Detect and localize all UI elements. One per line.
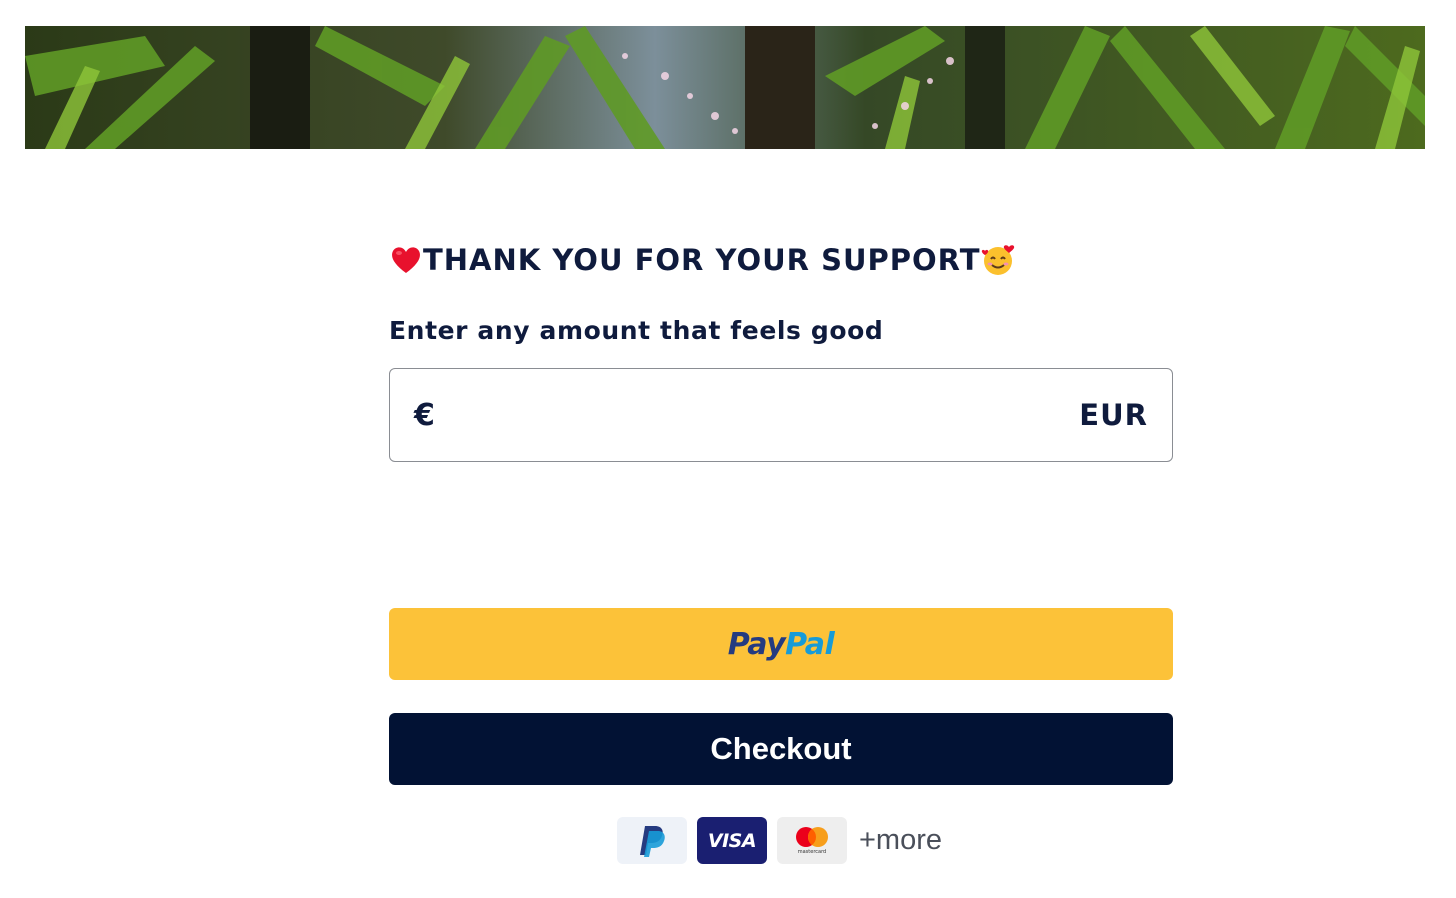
amount-input[interactable] [444, 385, 1080, 445]
amount-field[interactable]: € EUR [389, 368, 1173, 462]
mastercard-icon: mastercard [777, 817, 847, 864]
visa-label: VISA [707, 829, 757, 852]
red-heart-icon [389, 243, 423, 277]
more-payment-methods: +more [859, 824, 943, 856]
amount-label: Enter any amount that feels good [389, 316, 884, 345]
donation-form: THANK YOU FOR YOUR SUPPORT Enter any amo… [389, 236, 1173, 462]
currency-symbol: € [414, 397, 435, 433]
checkout-button[interactable]: Checkout [389, 713, 1173, 785]
title-text: THANK YOU FOR YOUR SUPPORT [423, 243, 981, 277]
banner-image [25, 26, 1425, 149]
paypal-button[interactable]: PayPal [389, 608, 1173, 680]
page-title: THANK YOU FOR YOUR SUPPORT [389, 236, 1173, 284]
payment-methods: VISA mastercard +more [617, 817, 942, 864]
paypal-icon [617, 817, 687, 864]
paypal-logo: PayPal [728, 627, 835, 662]
paypal-logo-pay: Pay [727, 626, 786, 662]
paypal-logo-pal: Pal [785, 626, 835, 662]
smiling-face-with-hearts-icon [981, 243, 1015, 277]
currency-code: EUR [1079, 398, 1148, 432]
mastercard-label: mastercard [797, 849, 827, 855]
visa-icon: VISA [697, 817, 767, 864]
